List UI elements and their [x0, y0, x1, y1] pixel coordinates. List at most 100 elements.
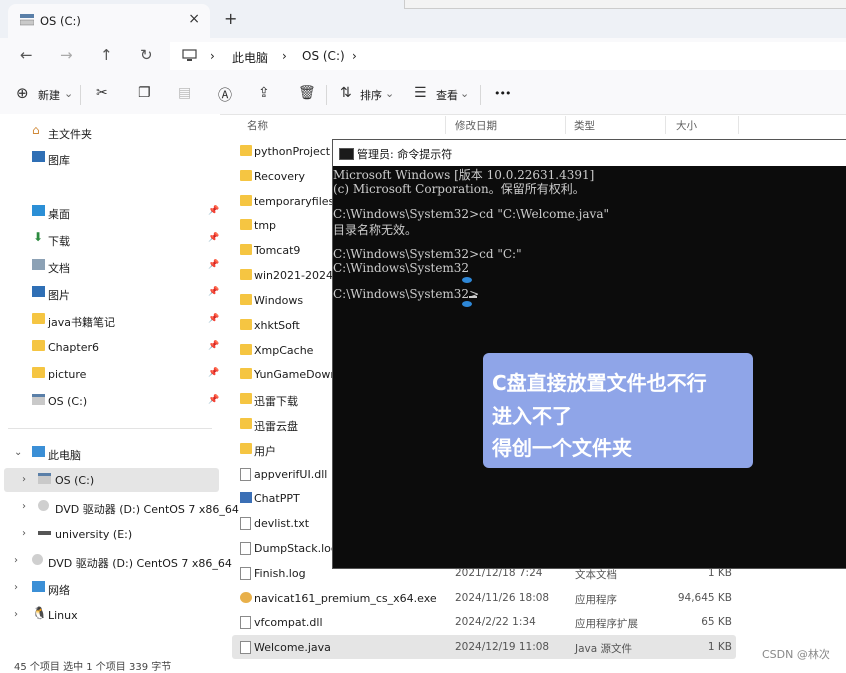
- delete-icon[interactable]: 🗑: [298, 85, 316, 101]
- breadcrumb-this-pc[interactable]: 此电脑: [232, 49, 268, 66]
- list-item[interactable]: navicat161_premium_cs_x64.exe 2024/11/26 …: [232, 586, 736, 610]
- folder-icon: [240, 294, 252, 305]
- paste-icon[interactable]: ▤: [178, 85, 191, 101]
- chevron-right-icon[interactable]: ›: [22, 528, 26, 539]
- sidebar-item-picture[interactable]: picture 📌: [0, 362, 220, 386]
- pin-icon[interactable]: 📌: [208, 206, 219, 216]
- sidebar-item-os-c-pinned[interactable]: OS (C:) 📌: [0, 389, 220, 413]
- folder-icon: [240, 368, 252, 379]
- sidebar-item-downloads[interactable]: ⬇ 下载 📌: [0, 227, 220, 251]
- breadcrumb-sep: ›: [282, 49, 287, 63]
- disc-icon: [32, 554, 43, 565]
- address-bar[interactable]: › 此电脑 › OS (C:) ›: [170, 42, 846, 70]
- folder-icon: [240, 443, 252, 454]
- tab-title: OS (C:): [40, 14, 81, 28]
- sidebar-item-label: 主文件夹: [48, 128, 92, 141]
- chevron-down-icon[interactable]: ⌄: [14, 447, 22, 458]
- chevron-down-icon: ⌄: [460, 87, 470, 100]
- view-icon: ☰: [414, 85, 427, 101]
- chevron-right-icon[interactable]: ›: [14, 555, 18, 566]
- new-button[interactable]: 新建: [38, 87, 60, 103]
- callout-line: 进入不了: [492, 404, 572, 428]
- title-bar: OS (C:) × +: [0, 0, 846, 38]
- sidebar-item-network[interactable]: › 网络: [0, 576, 220, 600]
- sidebar-item-dvd-root[interactable]: › DVD 驱动器 (D:) CentOS 7 x86_64: [0, 549, 232, 573]
- console-prompt[interactable]: C:\Windows\System32>: [333, 287, 479, 301]
- chevron-down-icon: ⌄: [64, 87, 74, 100]
- chevron-right-icon[interactable]: ›: [14, 609, 18, 620]
- sidebar-item-this-pc[interactable]: ⌄ 此电脑: [0, 441, 220, 465]
- column-header-type[interactable]: 类型: [574, 118, 595, 133]
- pin-icon[interactable]: 📌: [208, 341, 219, 351]
- sidebar-item-label: 图库: [48, 154, 70, 167]
- share-icon[interactable]: ⇪: [258, 85, 270, 101]
- watermark: CSDN @林次: [762, 648, 830, 661]
- new-tab-button[interactable]: +: [224, 9, 237, 28]
- column-divider[interactable]: [565, 116, 566, 134]
- sort-button[interactable]: 排序: [360, 87, 382, 103]
- close-tab-icon[interactable]: ×: [188, 11, 200, 27]
- app-shortcut-icon: [240, 492, 252, 503]
- refresh-button[interactable]: ↻: [140, 46, 153, 64]
- navigation-pane: ⌂ 主文件夹 图库 桌面 📌 ⬇ 下载 📌 文档 📌 图片 📌 java书籍笔记…: [0, 114, 239, 669]
- back-button[interactable]: ←: [20, 46, 33, 64]
- pictures-icon: [32, 286, 45, 297]
- console-line: C:\Windows\System32>cd "C:\Welcome.java": [333, 207, 609, 221]
- network-icon: [32, 581, 45, 592]
- cut-icon[interactable]: ✂: [96, 85, 108, 101]
- sidebar-item-documents[interactable]: 文档 📌: [0, 254, 220, 278]
- home-icon: ⌂: [32, 123, 40, 137]
- chevron-right-icon[interactable]: ›: [22, 474, 26, 485]
- pin-icon[interactable]: 📌: [208, 260, 219, 270]
- sidebar-item-label: DVD 驱动器 (D:) CentOS 7 x86_64: [55, 503, 239, 516]
- sidebar-item-label: picture: [48, 368, 87, 381]
- folder-icon: [240, 195, 252, 206]
- status-bar: 45 个项目 选中 1 个项目 339 字节: [14, 662, 172, 673]
- sidebar-item-linux[interactable]: › 🐧 Linux: [0, 603, 220, 627]
- forward-button[interactable]: →: [60, 46, 73, 64]
- sidebar-item-label: java书籍笔记: [48, 316, 116, 329]
- pin-icon[interactable]: 📌: [208, 287, 219, 297]
- sidebar-item-desktop[interactable]: 桌面 📌: [0, 200, 220, 224]
- chevron-right-icon[interactable]: ›: [22, 501, 26, 512]
- column-header-name[interactable]: 名称: [247, 118, 268, 133]
- drive-icon: [38, 473, 51, 484]
- folder-icon: [240, 418, 252, 429]
- pin-icon[interactable]: 📌: [208, 233, 219, 243]
- column-divider[interactable]: [665, 116, 666, 134]
- console-line: C:\Windows\System32: [333, 261, 470, 275]
- pin-icon[interactable]: 📌: [208, 314, 219, 324]
- column-header-size[interactable]: 大小: [676, 118, 697, 133]
- breadcrumb-os-c[interactable]: OS (C:): [302, 49, 345, 63]
- tab-os-c[interactable]: OS (C:) ×: [8, 4, 210, 38]
- column-divider[interactable]: [445, 116, 446, 134]
- column-divider[interactable]: [738, 116, 739, 134]
- sidebar-item-university-e[interactable]: › university (E:): [0, 522, 220, 546]
- sidebar-item-label: DVD 驱动器 (D:) CentOS 7 x86_64: [48, 557, 232, 570]
- pin-icon[interactable]: 📌: [208, 395, 219, 405]
- sidebar-item-label: OS (C:): [48, 395, 88, 408]
- list-item[interactable]: vfcompat.dll 2024/2/22 1:34 应用程序扩展 65 KB: [232, 610, 736, 634]
- folder-icon: [240, 244, 252, 255]
- rename-icon[interactable]: Ⓐ: [218, 85, 232, 105]
- sidebar-item-chapter6[interactable]: Chapter6 📌: [0, 335, 220, 359]
- sidebar-item-gallery[interactable]: 图库: [0, 146, 220, 170]
- drive-icon: [20, 14, 34, 26]
- more-options-icon[interactable]: •••: [494, 87, 511, 100]
- sidebar-item-os-c[interactable]: › OS (C:): [4, 468, 219, 492]
- sidebar-item-dvd-d[interactable]: › DVD 驱动器 (D:) CentOS 7 x86_64: [0, 495, 239, 519]
- linux-penguin-icon: 🐧: [32, 606, 47, 620]
- computer-icon: [32, 446, 45, 457]
- list-item-selected[interactable]: Welcome.java 2024/12/19 11:08 Java 源文件 1 KB: [232, 635, 736, 659]
- copy-icon[interactable]: ❐: [138, 85, 151, 101]
- cmd-title-bar[interactable]: 管理员: 命令提示符: [333, 140, 846, 166]
- sidebar-item-java-notes[interactable]: java书籍笔记 📌: [0, 308, 220, 332]
- up-button[interactable]: ↑: [100, 46, 113, 64]
- dll-file-icon: [240, 468, 251, 481]
- pin-icon[interactable]: 📌: [208, 368, 219, 378]
- chevron-right-icon[interactable]: ›: [14, 582, 18, 593]
- sidebar-item-pictures[interactable]: 图片 📌: [0, 281, 220, 305]
- sidebar-item-home[interactable]: ⌂ 主文件夹: [0, 120, 220, 144]
- column-header-date[interactable]: 修改日期: [455, 118, 497, 133]
- view-button[interactable]: 查看: [436, 87, 458, 103]
